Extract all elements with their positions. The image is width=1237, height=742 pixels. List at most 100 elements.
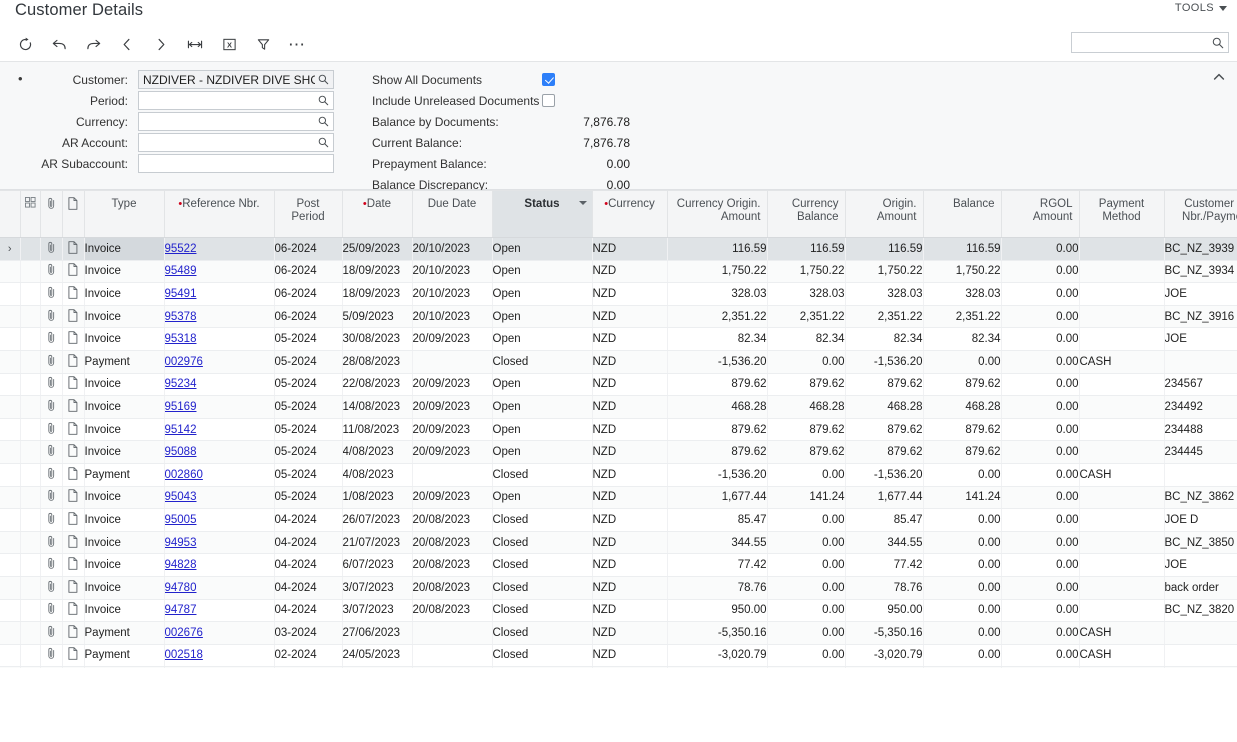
cell-origin_amount[interactable]: 2,351.22 <box>845 305 923 328</box>
reference-link[interactable]: 95378 <box>165 311 197 323</box>
cell-customer_invoice_nbr[interactable]: BC_NZ_3850 <box>1164 531 1237 554</box>
cell-currency_balance[interactable]: 0.00 <box>767 644 845 667</box>
cell-origin_amount[interactable]: 85.47 <box>845 509 923 532</box>
cell-paperclip-icon[interactable] <box>40 531 62 554</box>
cell-currency[interactable]: NZD <box>592 305 667 328</box>
note-icon[interactable] <box>68 448 78 460</box>
cell-type[interactable]: Invoice <box>84 599 164 622</box>
cell-balance[interactable]: 0.00 <box>923 463 1001 486</box>
cell-currency[interactable]: NZD <box>592 238 667 261</box>
cell-currency_origin_amount[interactable]: 77.42 <box>667 554 767 577</box>
lookup-search-icon[interactable] <box>317 115 330 131</box>
column-header-currency_balance[interactable]: Currency Balance <box>767 191 845 238</box>
lookup-search-icon[interactable] <box>317 136 330 152</box>
cell-status[interactable]: Open <box>492 328 592 351</box>
cell-reference[interactable]: 95005 <box>164 509 274 532</box>
cell-due_date[interactable] <box>412 350 492 373</box>
table-row[interactable]: Invoice9523405-202422/08/202320/09/2023O… <box>0 373 1237 396</box>
cell-rgol_amount[interactable]: 0.00 <box>1001 305 1079 328</box>
reference-link[interactable]: 95318 <box>165 333 197 345</box>
column-header-date[interactable]: •Date <box>342 191 412 238</box>
reference-link[interactable]: 95489 <box>165 265 197 277</box>
column-header-post_period[interactable]: Post Period <box>274 191 342 238</box>
cell-currency_origin_amount[interactable]: -1,536.20 <box>667 463 767 486</box>
cell-date[interactable]: 18/09/2023 <box>342 260 412 283</box>
cell-paperclip-icon[interactable] <box>40 486 62 509</box>
chevron-left-icon[interactable] <box>110 31 144 59</box>
cell-currency_balance[interactable]: 116.59 <box>767 238 845 261</box>
cell-status[interactable]: Open <box>492 238 592 261</box>
cell-post_period[interactable]: 05-2024 <box>274 486 342 509</box>
cell-rgol_amount[interactable]: 0.00 <box>1001 509 1079 532</box>
cell-balance[interactable]: 116.59 <box>923 238 1001 261</box>
cell-note-icon[interactable] <box>62 576 84 599</box>
cell-currency_balance[interactable]: 0.00 <box>767 576 845 599</box>
note-icon[interactable] <box>68 584 78 596</box>
cell-currency[interactable]: NZD <box>592 509 667 532</box>
cell-note-icon[interactable] <box>62 644 84 667</box>
cell-status[interactable]: Open <box>492 283 592 306</box>
cell-rgol_amount[interactable]: 0.00 <box>1001 644 1079 667</box>
note-icon[interactable] <box>68 290 78 302</box>
cell-currency[interactable]: NZD <box>592 373 667 396</box>
cell-currency_origin_amount[interactable]: 1,750.22 <box>667 260 767 283</box>
cell-due_date[interactable]: 20/10/2023 <box>412 260 492 283</box>
redo-arrow-icon[interactable] <box>76 31 110 59</box>
note-icon[interactable] <box>68 403 78 415</box>
refresh-icon[interactable] <box>8 31 42 59</box>
paperclip-icon[interactable] <box>46 267 57 279</box>
cell-currency_origin_amount[interactable]: 85.47 <box>667 509 767 532</box>
cell-payment_method[interactable] <box>1079 554 1164 577</box>
paperclip-icon[interactable] <box>46 448 57 460</box>
note-icon[interactable] <box>68 426 78 438</box>
reference-link[interactable]: 002860 <box>165 469 203 481</box>
cell-reference[interactable]: 95142 <box>164 418 274 441</box>
cell-rgol_amount[interactable]: 0.00 <box>1001 531 1079 554</box>
table-row[interactable]: Invoice9500504-202426/07/202320/08/2023C… <box>0 509 1237 532</box>
cell-note-icon[interactable] <box>62 463 84 486</box>
cell-reference[interactable]: 94953 <box>164 531 274 554</box>
chevron-right-icon[interactable] <box>144 31 178 59</box>
cell-origin_amount[interactable]: 328.03 <box>845 283 923 306</box>
table-row[interactable]: Invoice9514205-202411/08/202320/09/2023O… <box>0 418 1237 441</box>
cell-date[interactable]: 10/05/2023 <box>342 667 412 668</box>
cell-date[interactable]: 6/07/2023 <box>342 554 412 577</box>
cell-currency_balance[interactable]: 1,750.22 <box>767 260 845 283</box>
cell-origin_amount[interactable]: -1,536.20 <box>845 463 923 486</box>
cell-rgol_amount[interactable]: 0.00 <box>1001 576 1079 599</box>
note-icon[interactable] <box>68 629 78 641</box>
cell-reference[interactable]: 94787 <box>164 599 274 622</box>
cell-type[interactable]: Invoice <box>84 554 164 577</box>
table-row[interactable]: Invoice9516905-202414/08/202320/09/2023O… <box>0 396 1237 419</box>
cell-currency_origin_amount[interactable]: -3,020.79 <box>667 644 767 667</box>
cell-balance[interactable]: 0.00 <box>923 509 1001 532</box>
cell-due_date[interactable]: 20/06/2023 <box>412 667 492 668</box>
cell-note-icon[interactable] <box>62 599 84 622</box>
cell-balance[interactable]: 328.03 <box>923 283 1001 306</box>
cell-customer_invoice_nbr[interactable] <box>1164 622 1237 645</box>
column-header-payment_method[interactable]: Payment Method <box>1079 191 1164 238</box>
cell-paperclip-icon[interactable] <box>40 238 62 261</box>
column-header-customer_invoice_nbr[interactable]: Customer Invoice Nbr./Payment Nbr. <box>1164 191 1237 238</box>
cell-note-icon[interactable] <box>62 667 84 668</box>
cell-post_period[interactable]: 06-2024 <box>274 238 342 261</box>
cell-currency_balance[interactable]: 879.62 <box>767 373 845 396</box>
ar-subaccount-input[interactable] <box>139 155 333 172</box>
cell-note-icon[interactable] <box>62 328 84 351</box>
cell-post_period[interactable]: 04-2024 <box>274 576 342 599</box>
cell-paperclip-icon[interactable] <box>40 644 62 667</box>
cell-currency_balance[interactable]: 0.00 <box>767 554 845 577</box>
cell-currency_origin_amount[interactable]: 1,677.44 <box>667 486 767 509</box>
cell-currency_balance[interactable]: 0.00 <box>767 599 845 622</box>
table-row[interactable]: Payment00267603-202427/06/2023ClosedNZD-… <box>0 622 1237 645</box>
ar-account-field[interactable] <box>138 133 334 152</box>
header-paperclip-icon[interactable] <box>40 191 62 238</box>
export-excel-icon[interactable]: X <box>212 31 246 59</box>
cell-currency_origin_amount[interactable]: 2,351.22 <box>667 305 767 328</box>
cell-currency_origin_amount[interactable]: 82.34 <box>667 328 767 351</box>
cell-paperclip-icon[interactable] <box>40 463 62 486</box>
cell-customer_invoice_nbr[interactable]: 234445 <box>1164 441 1237 464</box>
cell-type[interactable]: Invoice <box>84 373 164 396</box>
cell-date[interactable]: 27/06/2023 <box>342 622 412 645</box>
cell-note-icon[interactable] <box>62 283 84 306</box>
